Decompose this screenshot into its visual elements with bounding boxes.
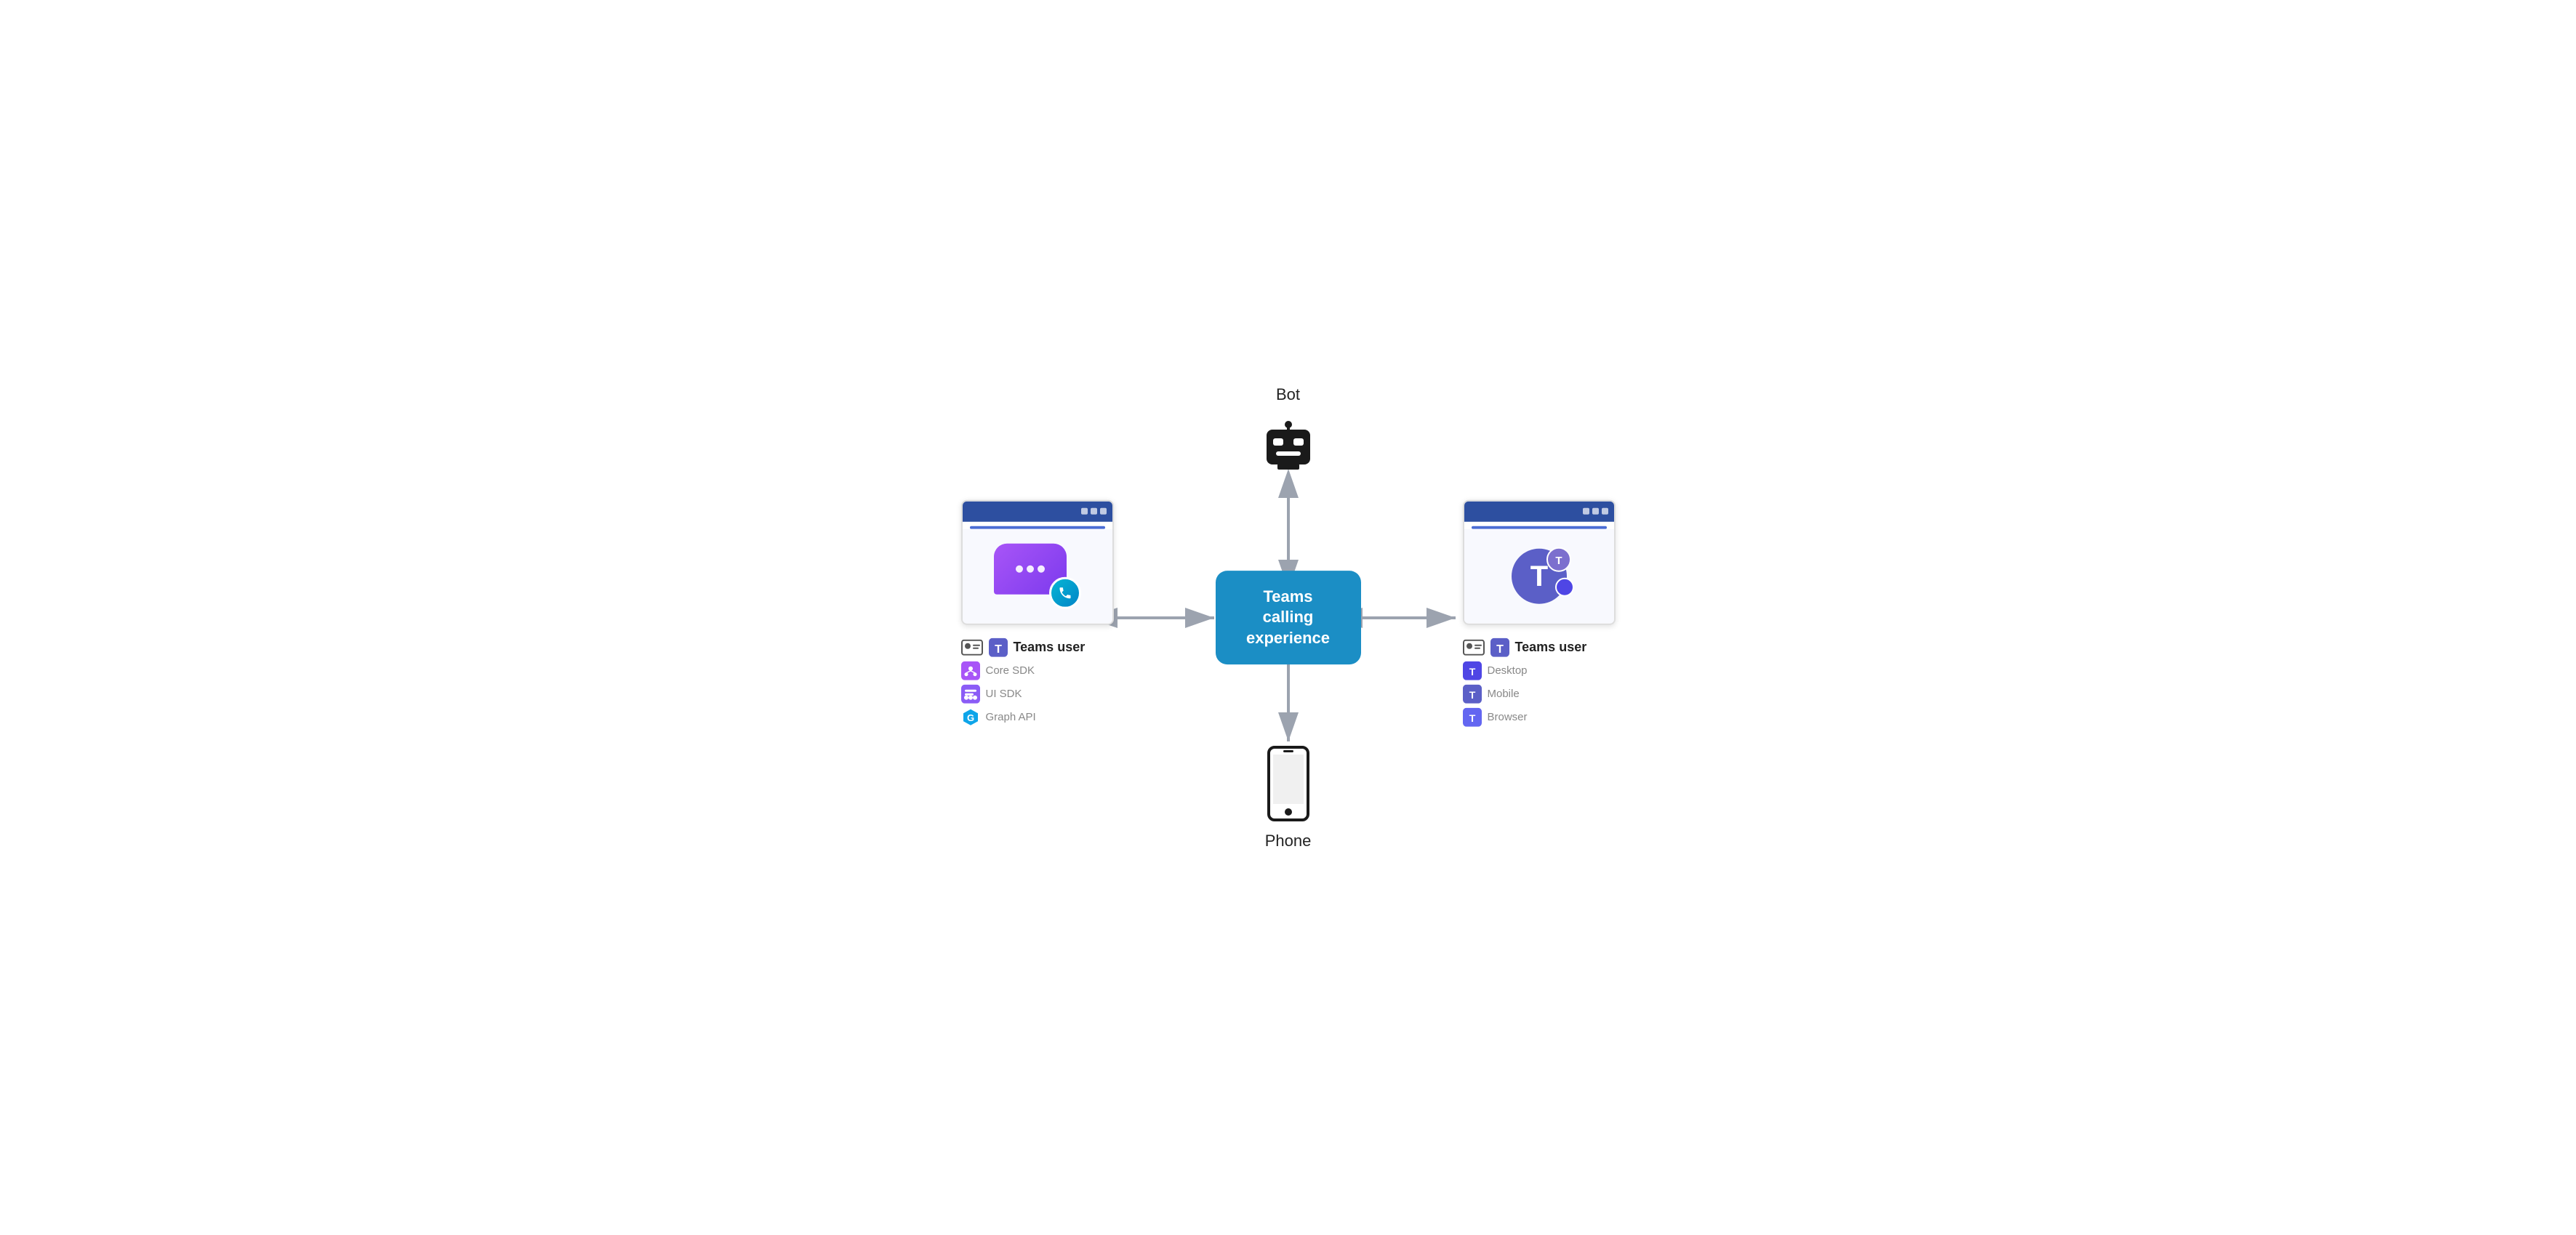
chat-bubble	[994, 543, 1081, 608]
left-user-title: Teams user	[1014, 640, 1086, 655]
core-sdk-icon	[961, 661, 980, 680]
left-panel: T Teams user Core SDK	[961, 499, 1114, 726]
left-panel-labels: T Teams user Core SDK	[961, 637, 1086, 726]
left-browser-titlebar	[963, 501, 1112, 521]
titlebar-dot	[1091, 508, 1097, 515]
svg-text:T: T	[1469, 688, 1475, 700]
right-mobile-row: T Mobile	[1463, 684, 1587, 703]
right-browser-row: T Browser	[1463, 707, 1587, 726]
left-browser-window	[961, 499, 1114, 624]
bubble-dot	[1016, 565, 1023, 572]
id-card-icon-right	[1463, 639, 1485, 655]
right-user-label: T Teams user	[1463, 637, 1587, 656]
browser-icon: T	[1463, 707, 1482, 726]
titlebar-dot	[1602, 508, 1608, 515]
right-desktop-row: T Desktop	[1463, 661, 1587, 680]
left-browser-body	[963, 528, 1112, 623]
left-core-sdk-row: Core SDK	[961, 661, 1086, 680]
left-graph-api-row: G Graph API	[961, 707, 1086, 726]
phone-call-icon	[1049, 576, 1081, 608]
phone-label: Phone	[1265, 832, 1312, 850]
right-user-title: Teams user	[1515, 640, 1587, 655]
left-ui-sdk-row: UI SDK	[961, 684, 1086, 703]
graph-api-icon: G	[961, 707, 980, 726]
svg-text:T: T	[1530, 560, 1547, 592]
titlebar-dot	[1100, 508, 1107, 515]
teams-icon-left: T	[989, 637, 1008, 656]
right-desktop-label: Desktop	[1488, 664, 1528, 677]
right-mobile-label: Mobile	[1488, 688, 1520, 700]
center-label: Teams calling experience	[1246, 587, 1330, 647]
titlebar-dot	[1081, 508, 1088, 515]
right-browser-titlebar	[1464, 501, 1614, 521]
svg-text:T: T	[1555, 554, 1562, 566]
right-panel: T T T Tea	[1463, 499, 1616, 726]
phone-area: Phone	[1263, 744, 1314, 850]
svg-text:T: T	[1496, 643, 1504, 655]
bubble-dot	[1027, 565, 1034, 572]
bot-label: Bot	[1276, 385, 1300, 404]
mobile-icon: T	[1463, 684, 1482, 703]
right-browser-label: Browser	[1488, 711, 1528, 723]
left-ui-sdk-label: UI SDK	[986, 688, 1022, 700]
teams-logo-icon: T T	[1499, 543, 1579, 608]
svg-text:T: T	[1469, 665, 1475, 677]
bot-icon	[1256, 411, 1321, 477]
teams-icon-right: T	[1490, 637, 1509, 656]
titlebar-dot	[1583, 508, 1589, 515]
bubble-dot	[1038, 565, 1045, 572]
bot-area: Bot	[1256, 385, 1321, 477]
left-core-sdk-label: Core SDK	[986, 664, 1035, 677]
phone-icon	[1263, 744, 1314, 824]
left-user-label: T Teams user	[961, 637, 1086, 656]
titlebar-dot	[1592, 508, 1599, 515]
svg-text:T: T	[995, 643, 1002, 655]
desktop-icon: T	[1463, 661, 1482, 680]
svg-text:T: T	[1469, 712, 1475, 723]
right-browser-body: T T	[1464, 528, 1614, 623]
right-browser-window: T T	[1463, 499, 1616, 624]
center-box: Teams calling experience	[1216, 571, 1361, 665]
id-card-icon	[961, 639, 983, 655]
svg-text:G: G	[966, 712, 974, 723]
right-panel-labels: T Teams user T Desktop T Mobile	[1463, 637, 1587, 726]
diagram: Bot Teams calling experience P	[961, 385, 1616, 850]
left-graph-api-label: Graph API	[986, 711, 1036, 723]
ui-sdk-icon	[961, 684, 980, 703]
